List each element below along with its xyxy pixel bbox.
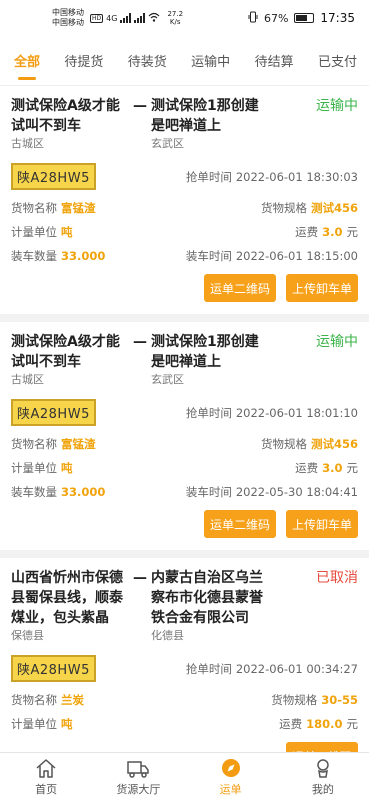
destination: 内蒙古自治区乌兰察布市化德县蒙誉铁合金有限公司 化德县 xyxy=(151,568,269,643)
route: 测试保险A级才能试叫不到车 古城区 — 测试保险1那创建是吧禅道上 玄武区 运输… xyxy=(11,332,358,387)
destination-district: 化德县 xyxy=(151,629,184,642)
hd-icon: HD xyxy=(90,13,104,23)
waybill-card[interactable]: 测试保险A级才能试叫不到车 古城区 — 测试保险1那创建是吧禅道上 玄武区 运输… xyxy=(0,86,369,314)
nav-waybill-label: 运单 xyxy=(219,782,242,796)
grab-time: 抢单时间 2022-06-01 00:34:27 xyxy=(185,661,358,676)
freight: 运费 3.0 元 xyxy=(295,225,358,239)
goods-name: 货物名称 富锰渣 xyxy=(11,201,96,215)
origin-district: 古城区 xyxy=(11,373,44,386)
license-plate: 陕A28HW5 xyxy=(11,655,96,682)
battery-icon xyxy=(294,13,315,23)
waybill-card[interactable]: 山西省忻州市保德县蜀保县线，顺泰煤业，包头紫晶 保德县 — 内蒙古自治区乌兰察布… xyxy=(0,558,369,752)
tab-pending-pickup[interactable]: 待提货 xyxy=(64,41,103,80)
nav-waybill[interactable]: 运单 xyxy=(185,753,277,800)
waybill-list[interactable]: 测试保险A级才能试叫不到车 古城区 — 测试保险1那创建是吧禅道上 玄武区 运输… xyxy=(0,86,369,752)
waybill-card[interactable]: 测试保险A级才能试叫不到车 古城区 — 测试保险1那创建是吧禅道上 玄武区 运输… xyxy=(0,322,369,550)
origin: 山西省忻州市保德县蜀保县线，顺泰煤业，包头紫晶 保德县 xyxy=(11,568,129,643)
tab-in-transit[interactable]: 运输中 xyxy=(191,41,230,80)
origin: 测试保险A级才能试叫不到车 古城区 xyxy=(11,96,129,151)
nav-mine-label: 我的 xyxy=(311,782,334,796)
bottom-navigation: 首页 货源大厅 运单 我的 xyxy=(0,752,369,800)
tab-all[interactable]: 全部 xyxy=(14,41,40,80)
route-dash: — xyxy=(133,98,147,114)
origin-district: 古城区 xyxy=(11,137,44,150)
route-dash: — xyxy=(133,570,147,586)
origin-city: 山西省忻州市保德县蜀保县线，顺泰煤业，包头紫晶 xyxy=(11,570,123,626)
net-type: 4G xyxy=(106,13,118,23)
destination-city: 测试保险1那创建是吧禅道上 xyxy=(151,98,259,134)
nav-cargo-hall[interactable]: 货源大厅 xyxy=(92,753,184,800)
goods-name: 货物名称 兰炭 xyxy=(11,693,84,707)
destination: 测试保险1那创建是吧禅道上 玄武区 xyxy=(151,96,269,151)
order-status-tabs: 全部 待提货 待装货 运输中 待结算 已支付 xyxy=(0,36,369,86)
tab-pending-loading[interactable]: 待装货 xyxy=(128,41,167,80)
destination: 测试保险1那创建是吧禅道上 玄武区 xyxy=(151,332,269,387)
status-bar: 中国移动 中国移动 HD 4G 27.2 K/s 67% 17:35 xyxy=(0,0,369,36)
wifi-icon xyxy=(148,12,160,24)
nav-cargo-hall-label: 货源大厅 xyxy=(116,782,161,796)
carrier-2: 中国移动 xyxy=(52,18,84,27)
origin-city: 测试保险A级才能试叫不到车 xyxy=(11,334,120,370)
upload-unloading-button[interactable]: 上传卸车单 xyxy=(286,274,358,302)
net-speed: 27.2 K/s xyxy=(167,10,184,26)
origin-city: 测试保险A级才能试叫不到车 xyxy=(11,98,120,134)
origin-district: 保德县 xyxy=(11,629,44,642)
waybill-qrcode-button[interactable]: 运单二维码 xyxy=(286,742,358,752)
user-icon xyxy=(317,758,329,778)
clock: 17:35 xyxy=(320,11,355,25)
load-quantity: 装车数量 33.000 xyxy=(11,485,106,499)
compass-icon xyxy=(221,758,240,777)
destination-district: 玄武区 xyxy=(151,137,184,150)
destination-city: 内蒙古自治区乌兰察布市化德县蒙誉铁合金有限公司 xyxy=(151,570,263,626)
carrier-1: 中国移动 xyxy=(52,8,84,17)
upload-unloading-button[interactable]: 上传卸车单 xyxy=(286,510,358,538)
tab-pending-settlement[interactable]: 待结算 xyxy=(255,41,294,80)
status-badge: 已取消 xyxy=(316,570,358,586)
vibrate-icon xyxy=(248,11,258,26)
origin: 测试保险A级才能试叫不到车 古城区 xyxy=(11,332,129,387)
nav-home[interactable]: 首页 xyxy=(0,753,92,800)
grab-time: 抢单时间 2022-06-01 18:01:10 xyxy=(185,405,358,420)
signal-2-icon xyxy=(134,13,146,23)
truck-icon xyxy=(127,760,150,778)
network-icons: HD 4G 27.2 K/s xyxy=(90,10,183,26)
destination-city: 测试保险1那创建是吧禅道上 xyxy=(151,334,259,370)
load-time: 装车时间 2022-06-01 18:15:00 xyxy=(185,249,358,263)
destination-district: 玄武区 xyxy=(151,373,184,386)
waybill-qrcode-button[interactable]: 运单二维码 xyxy=(204,510,276,538)
measure-unit: 计量单位吨 xyxy=(11,225,73,239)
nav-mine[interactable]: 我的 xyxy=(277,753,369,800)
route-dash: — xyxy=(133,334,147,350)
route: 测试保险A级才能试叫不到车 古城区 — 测试保险1那创建是吧禅道上 玄武区 运输… xyxy=(11,96,358,151)
status-badge: 运输中 xyxy=(316,98,358,114)
home-icon xyxy=(36,758,56,778)
nav-home-label: 首页 xyxy=(35,782,58,796)
freight: 运费 3.0 元 xyxy=(295,461,358,475)
measure-unit: 计量单位吨 xyxy=(11,717,73,731)
measure-unit: 计量单位吨 xyxy=(11,461,73,475)
goods-name: 货物名称 富锰渣 xyxy=(11,437,96,451)
grab-time: 抢单时间 2022-06-01 18:30:03 xyxy=(185,169,358,184)
status-badge: 运输中 xyxy=(316,334,358,350)
route: 山西省忻州市保德县蜀保县线，顺泰煤业，包头紫晶 保德县 — 内蒙古自治区乌兰察布… xyxy=(11,568,358,643)
freight: 运费 180.0 元 xyxy=(279,717,358,731)
load-time: 装车时间 2022-05-30 18:04:41 xyxy=(185,485,358,499)
battery-percent: 67% xyxy=(263,11,289,25)
license-plate: 陕A28HW5 xyxy=(11,163,96,190)
tab-paid[interactable]: 已支付 xyxy=(318,41,357,80)
goods-spec: 货物规格 测试456 xyxy=(260,201,358,215)
goods-spec: 货物规格 测试456 xyxy=(260,437,358,451)
waybill-qrcode-button[interactable]: 运单二维码 xyxy=(204,274,276,302)
signal-icon xyxy=(120,13,132,23)
load-quantity: 装车数量 33.000 xyxy=(11,249,106,263)
carrier-info: 中国移动 中国移动 xyxy=(52,8,84,28)
goods-spec: 货物规格 30-55 xyxy=(271,693,358,707)
license-plate: 陕A28HW5 xyxy=(11,399,96,426)
